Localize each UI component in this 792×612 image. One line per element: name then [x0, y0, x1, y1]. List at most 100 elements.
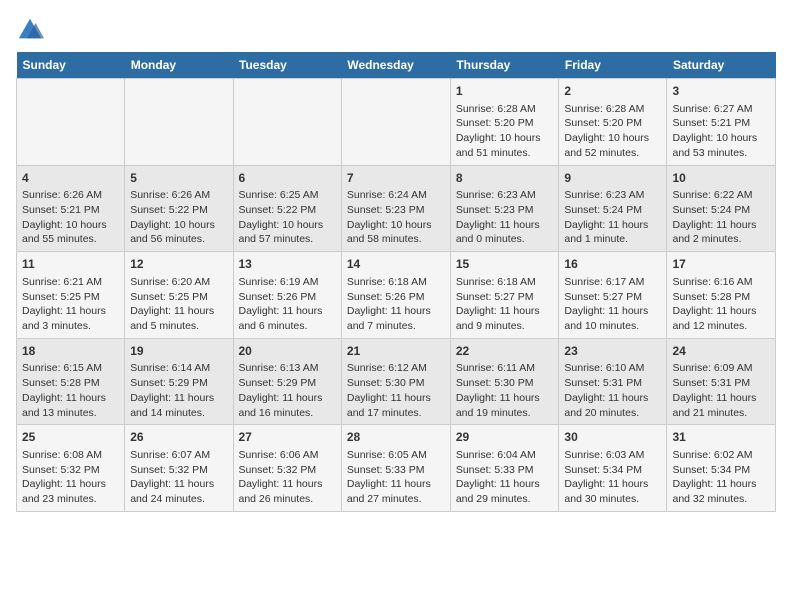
day-info: Sunrise: 6:28 AM [456, 102, 554, 117]
day-info: Daylight: 11 hours and 9 minutes. [456, 304, 554, 333]
calendar-cell: 3Sunrise: 6:27 AMSunset: 5:21 PMDaylight… [667, 79, 776, 166]
day-info: Sunset: 5:23 PM [347, 203, 445, 218]
day-info: Sunrise: 6:18 AM [456, 275, 554, 290]
day-info: Daylight: 11 hours and 2 minutes. [672, 218, 770, 247]
day-info: Sunrise: 6:15 AM [22, 361, 119, 376]
day-info: Sunrise: 6:02 AM [672, 448, 770, 463]
header-wednesday: Wednesday [341, 52, 450, 79]
day-info: Sunrise: 6:10 AM [564, 361, 661, 376]
day-info: Sunrise: 6:28 AM [564, 102, 661, 117]
day-info: Sunset: 5:27 PM [456, 290, 554, 305]
day-info: Sunrise: 6:06 AM [239, 448, 336, 463]
calendar-cell: 5Sunrise: 6:26 AMSunset: 5:22 PMDaylight… [125, 165, 233, 252]
day-number: 4 [22, 170, 119, 187]
day-info: Sunrise: 6:03 AM [564, 448, 661, 463]
day-info: Sunrise: 6:23 AM [456, 188, 554, 203]
calendar-cell: 22Sunrise: 6:11 AMSunset: 5:30 PMDayligh… [450, 338, 559, 425]
day-number: 28 [347, 429, 445, 446]
day-info: Sunset: 5:21 PM [672, 116, 770, 131]
day-info: Sunrise: 6:17 AM [564, 275, 661, 290]
calendar-cell: 24Sunrise: 6:09 AMSunset: 5:31 PMDayligh… [667, 338, 776, 425]
day-number: 31 [672, 429, 770, 446]
day-info: Sunset: 5:33 PM [456, 463, 554, 478]
day-info: Daylight: 11 hours and 6 minutes. [239, 304, 336, 333]
calendar-cell [125, 79, 233, 166]
day-info: Daylight: 11 hours and 5 minutes. [130, 304, 227, 333]
header-friday: Friday [559, 52, 667, 79]
day-info: Sunrise: 6:14 AM [130, 361, 227, 376]
calendar-cell: 9Sunrise: 6:23 AMSunset: 5:24 PMDaylight… [559, 165, 667, 252]
day-number: 5 [130, 170, 227, 187]
header-saturday: Saturday [667, 52, 776, 79]
calendar-cell: 23Sunrise: 6:10 AMSunset: 5:31 PMDayligh… [559, 338, 667, 425]
calendar-cell: 11Sunrise: 6:21 AMSunset: 5:25 PMDayligh… [17, 252, 125, 339]
day-info: Daylight: 11 hours and 12 minutes. [672, 304, 770, 333]
day-info: Daylight: 11 hours and 17 minutes. [347, 391, 445, 420]
calendar-cell: 27Sunrise: 6:06 AMSunset: 5:32 PMDayligh… [233, 425, 341, 512]
day-number: 13 [239, 256, 336, 273]
day-info: Sunset: 5:25 PM [130, 290, 227, 305]
day-info: Sunset: 5:24 PM [564, 203, 661, 218]
day-info: Sunset: 5:23 PM [456, 203, 554, 218]
day-info: Sunrise: 6:21 AM [22, 275, 119, 290]
day-number: 19 [130, 343, 227, 360]
day-number: 8 [456, 170, 554, 187]
header-thursday: Thursday [450, 52, 559, 79]
header-sunday: Sunday [17, 52, 125, 79]
calendar-cell: 25Sunrise: 6:08 AMSunset: 5:32 PMDayligh… [17, 425, 125, 512]
day-info: Sunrise: 6:22 AM [672, 188, 770, 203]
calendar-cell: 8Sunrise: 6:23 AMSunset: 5:23 PMDaylight… [450, 165, 559, 252]
day-number: 20 [239, 343, 336, 360]
day-number: 22 [456, 343, 554, 360]
day-info: Daylight: 11 hours and 7 minutes. [347, 304, 445, 333]
calendar-cell: 13Sunrise: 6:19 AMSunset: 5:26 PMDayligh… [233, 252, 341, 339]
calendar-cell: 18Sunrise: 6:15 AMSunset: 5:28 PMDayligh… [17, 338, 125, 425]
day-info: Sunset: 5:30 PM [456, 376, 554, 391]
week-row-4: 18Sunrise: 6:15 AMSunset: 5:28 PMDayligh… [17, 338, 776, 425]
day-number: 1 [456, 83, 554, 100]
calendar-cell [17, 79, 125, 166]
day-number: 15 [456, 256, 554, 273]
day-info: Sunrise: 6:20 AM [130, 275, 227, 290]
day-info: Daylight: 10 hours and 53 minutes. [672, 131, 770, 160]
calendar-cell [341, 79, 450, 166]
day-info: Sunset: 5:29 PM [239, 376, 336, 391]
day-number: 16 [564, 256, 661, 273]
day-info: Daylight: 11 hours and 32 minutes. [672, 477, 770, 506]
day-info: Daylight: 11 hours and 19 minutes. [456, 391, 554, 420]
day-info: Sunset: 5:32 PM [22, 463, 119, 478]
week-row-3: 11Sunrise: 6:21 AMSunset: 5:25 PMDayligh… [17, 252, 776, 339]
day-info: Sunrise: 6:23 AM [564, 188, 661, 203]
day-info: Sunrise: 6:11 AM [456, 361, 554, 376]
day-number: 25 [22, 429, 119, 446]
calendar-cell: 12Sunrise: 6:20 AMSunset: 5:25 PMDayligh… [125, 252, 233, 339]
calendar-cell: 28Sunrise: 6:05 AMSunset: 5:33 PMDayligh… [341, 425, 450, 512]
day-info: Sunset: 5:31 PM [672, 376, 770, 391]
calendar-header-row: SundayMondayTuesdayWednesdayThursdayFrid… [17, 52, 776, 79]
calendar-cell: 19Sunrise: 6:14 AMSunset: 5:29 PMDayligh… [125, 338, 233, 425]
week-row-5: 25Sunrise: 6:08 AMSunset: 5:32 PMDayligh… [17, 425, 776, 512]
day-info: Sunrise: 6:05 AM [347, 448, 445, 463]
day-info: Daylight: 11 hours and 14 minutes. [130, 391, 227, 420]
day-info: Daylight: 11 hours and 21 minutes. [672, 391, 770, 420]
header-monday: Monday [125, 52, 233, 79]
day-info: Daylight: 11 hours and 24 minutes. [130, 477, 227, 506]
day-info: Daylight: 11 hours and 23 minutes. [22, 477, 119, 506]
calendar-table: SundayMondayTuesdayWednesdayThursdayFrid… [16, 52, 776, 512]
day-info: Sunset: 5:22 PM [239, 203, 336, 218]
day-info: Daylight: 11 hours and 16 minutes. [239, 391, 336, 420]
day-info: Daylight: 11 hours and 1 minute. [564, 218, 661, 247]
day-info: Daylight: 10 hours and 56 minutes. [130, 218, 227, 247]
day-info: Daylight: 11 hours and 20 minutes. [564, 391, 661, 420]
day-info: Sunrise: 6:19 AM [239, 275, 336, 290]
calendar-cell: 29Sunrise: 6:04 AMSunset: 5:33 PMDayligh… [450, 425, 559, 512]
day-info: Daylight: 11 hours and 27 minutes. [347, 477, 445, 506]
day-info: Sunset: 5:30 PM [347, 376, 445, 391]
day-info: Sunrise: 6:13 AM [239, 361, 336, 376]
day-info: Sunrise: 6:09 AM [672, 361, 770, 376]
day-info: Daylight: 11 hours and 30 minutes. [564, 477, 661, 506]
day-info: Sunrise: 6:07 AM [130, 448, 227, 463]
calendar-cell: 15 Sunrise: 6:18 AMSunset: 5:27 PMDayligh… [450, 252, 559, 339]
day-number: 17 [672, 256, 770, 273]
day-number: 23 [564, 343, 661, 360]
